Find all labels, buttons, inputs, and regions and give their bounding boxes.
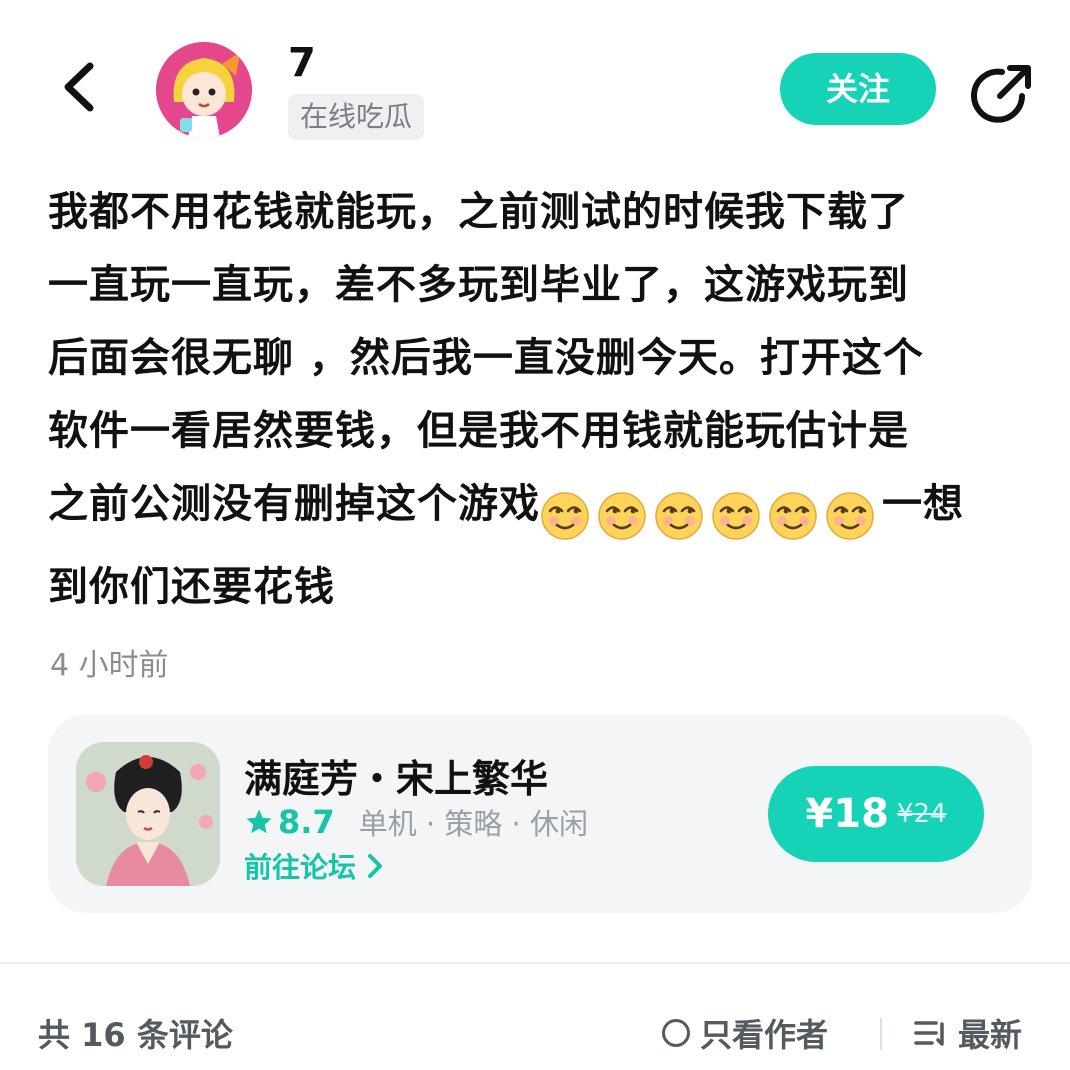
emoji-row [540,478,882,551]
avatar[interactable] [156,42,252,138]
user-tag: 在线吃瓜 [288,94,425,140]
sort-label: 最新 [958,1016,1023,1054]
buy-button[interactable]: ¥18 ¥24 [768,766,984,862]
chevron-right-icon [368,854,383,878]
radio-icon[interactable] [662,1019,690,1047]
smirk-emoji-icon [712,492,760,540]
post-line: 之前公测没有删掉这个游戏 一想 [48,468,1038,551]
smirk-emoji-icon [598,492,646,540]
smirk-emoji-icon [541,492,589,540]
original-price: ¥24 [896,799,947,829]
game-title[interactable]: 满庭芳・宋上繁华 [244,748,548,803]
comment-count: 共 16 条评论 [38,1016,233,1054]
smirk-emoji-icon [769,492,817,540]
current-price: ¥18 [805,791,889,837]
forum-link[interactable]: 前往论坛 [244,846,386,886]
sort-button[interactable]: 最新 [914,1010,1022,1056]
game-cover-illustration [76,742,220,886]
username[interactable]: 7 [288,40,316,86]
post-line: 软件一看居然要钱，但是我不用钱就能玩估计是 [48,408,909,454]
smirk-emoji-icon [655,492,703,540]
rating-row: 8.7 单机 · 策略 · 休闲 [244,800,588,844]
post-timestamp: 4 小时前 [50,648,169,683]
share-icon[interactable] [968,60,1036,128]
post-line-text: 一想 [882,481,964,527]
author-only-label: 只看作者 [700,1016,829,1054]
forum-link-label: 前往论坛 [244,851,357,884]
game-tags: 单机 · 策略 · 休闲 [358,807,588,841]
divider [0,962,1070,964]
star-icon [246,809,272,834]
follow-button[interactable]: 关注 [780,53,936,125]
author-only-toggle[interactable]: 只看作者 [662,1010,828,1056]
rating-value: 8.7 [278,803,335,841]
game-cover-image[interactable] [76,742,220,886]
smirk-emoji-icon [826,492,874,540]
post-line: 到你们还要花钱 [48,564,335,610]
back-arrow-icon[interactable] [52,52,108,122]
post-line-text: 之前公测没有删掉这个游戏 [48,481,540,527]
post-line: 一直玩一直玩，差不多玩到毕业了，这游戏玩到 [48,262,909,308]
post-line: 后面会很无聊 ，然后我一直没删今天。打开这个 [48,335,924,381]
post-body: 我都不用花钱就能玩，之前测试的时候我下载了 一直玩一直玩，差不多玩到毕业了，这游… [48,176,1038,624]
vertical-separator [880,1018,882,1050]
sort-icon [914,1021,944,1046]
avatar-illustration [156,42,252,138]
post-line: 我都不用花钱就能玩，之前测试的时候我下载了 [48,189,909,235]
